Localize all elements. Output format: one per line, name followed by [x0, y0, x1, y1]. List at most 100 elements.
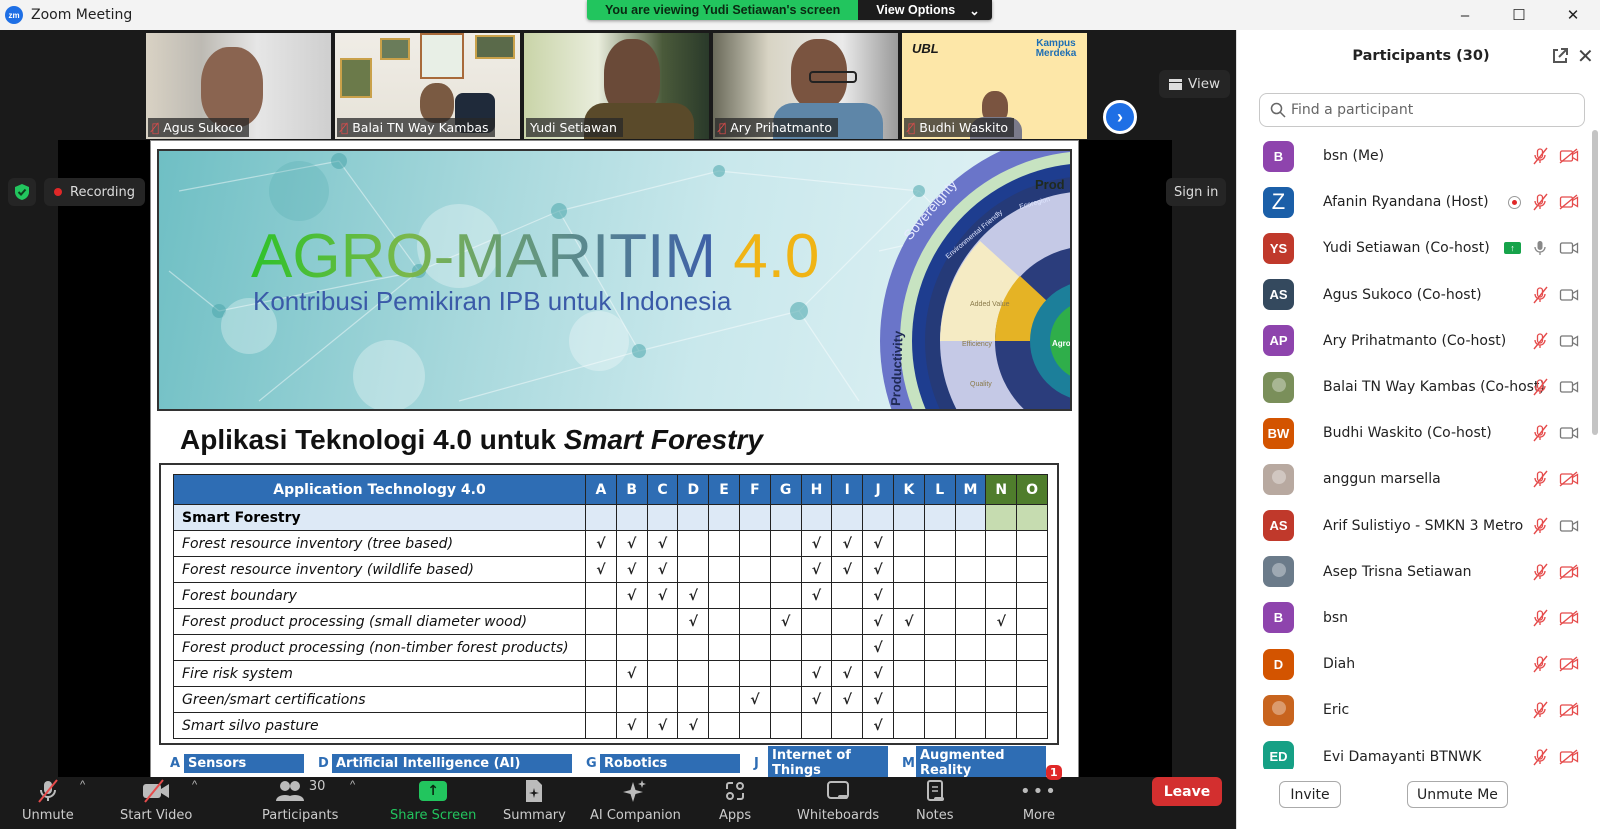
empty-cell: [738, 712, 771, 739]
share-screen-button[interactable]: ↑ Share Screen: [390, 777, 476, 829]
start-video-button[interactable]: Start Video: [120, 777, 192, 829]
empty-cell: [892, 686, 925, 713]
video-thumbnail[interactable]: 🎙̸ Balai TN Way Kambas: [335, 33, 520, 139]
participant-name-tag: 🎙̸ Ary Prihatmanto: [715, 118, 838, 137]
table-row: Fire risk system √ √ √ √: [173, 660, 1048, 687]
empty-cell: [738, 608, 771, 635]
view-button[interactable]: View: [1159, 70, 1231, 98]
participant-name: Agus Sukoco (Co-host): [1323, 286, 1482, 303]
empty-cell: [585, 712, 617, 739]
screen-share-banner: You are viewing Yudi Setiawan's screen V…: [587, 0, 992, 20]
recording-indicator[interactable]: Recording: [44, 178, 146, 206]
check-mark-cell: √: [615, 582, 648, 609]
participant-row[interactable]: Asep Trisna Setiawan: [1237, 549, 1589, 595]
more-button[interactable]: ••• 1 More: [1020, 765, 1062, 829]
summary-button[interactable]: Summary: [503, 777, 566, 829]
check-mark-cell: √: [646, 582, 679, 609]
empty-cell: [738, 634, 771, 661]
participant-row[interactable]: AS Arif Sulistiyo - SMKN 3 Metro: [1237, 503, 1589, 549]
legend-name: Sensors: [184, 753, 304, 773]
unmute-me-button[interactable]: Unmute Me: [1407, 781, 1508, 808]
table-row: Forest product processing (non-timber fo…: [173, 634, 1048, 661]
empty-cell: [677, 530, 710, 557]
view-options-button[interactable]: View Options ⌄: [858, 0, 992, 20]
table-group-cell: [862, 504, 894, 531]
video-thumbnail[interactable]: 🎙̸ Ary Prihatmanto: [713, 33, 898, 139]
participant-name: Asep Trisna Setiawan: [1323, 563, 1472, 580]
legend-name: Augmented Reality: [916, 746, 1046, 780]
apps-button[interactable]: Apps: [719, 777, 751, 829]
popout-icon[interactable]: [1550, 46, 1570, 66]
close-window-button[interactable]: ✕: [1546, 0, 1600, 30]
participant-row[interactable]: ED Evi Damayanti BTNWK: [1237, 733, 1589, 769]
participant-row[interactable]: Bbsn (Me): [1237, 133, 1589, 179]
audio-options-caret[interactable]: ^: [80, 779, 85, 791]
empty-cell: [954, 634, 987, 661]
check-mark-cell: √: [800, 556, 833, 583]
video-off-icon: [1559, 148, 1579, 164]
empty-cell: [831, 608, 864, 635]
more-notification-badge: 1: [1046, 765, 1062, 780]
ai-companion-button[interactable]: AI Companion: [590, 777, 681, 829]
legend-item: G Robotics: [586, 746, 740, 780]
participant-row[interactable]: Bbsn: [1237, 595, 1589, 641]
empty-cell: [708, 608, 740, 635]
close-panel-icon[interactable]: ✕: [1577, 44, 1594, 69]
unmute-button[interactable]: Unmute: [22, 777, 74, 829]
invite-button[interactable]: Invite: [1279, 781, 1341, 808]
check-mark-cell: √: [646, 712, 679, 739]
chevron-down-icon: ⌄: [969, 3, 980, 18]
next-page-arrow-button[interactable]: ›: [1103, 100, 1137, 134]
participant-list-scrollbar[interactable]: [1592, 130, 1598, 435]
empty-cell: [800, 634, 833, 661]
video-options-caret[interactable]: ^: [192, 779, 197, 791]
video-thumbnail[interactable]: 🎙̸ Agus Sukoco: [146, 33, 331, 139]
participant-row[interactable]: AS Agus Sukoco (Co-host): [1237, 272, 1589, 318]
wheel-label-quality: Quality: [970, 381, 992, 388]
empty-cell: [1016, 686, 1048, 713]
muted-mic-icon: 🎙̸: [152, 120, 160, 135]
video-thumbnail-active-speaker[interactable]: Yudi Setiawan: [524, 33, 709, 139]
participant-row[interactable]: D Diah: [1237, 641, 1589, 687]
participant-row[interactable]: Balai TN Way Kambas (Co-host): [1237, 364, 1589, 410]
participant-row[interactable]: BW Budhi Waskito (Co-host): [1237, 410, 1589, 456]
maximize-button[interactable]: ☐: [1492, 0, 1546, 30]
video-thumbnail[interactable]: UBL Kampus Merdeka 🎙̸ Budhi Waskito: [902, 33, 1087, 139]
notes-button[interactable]: Notes: [916, 777, 954, 829]
empty-cell: [646, 686, 679, 713]
table-column-header: B: [615, 474, 648, 505]
participant-search-field[interactable]: [1259, 93, 1585, 127]
minimize-button[interactable]: –: [1438, 0, 1492, 30]
legend-key: G: [586, 755, 597, 771]
muted-mic-icon: 🎙̸: [719, 120, 727, 135]
sign-in-button[interactable]: Sign in: [1166, 178, 1227, 206]
empty-cell: [1016, 608, 1048, 635]
leave-meeting-button[interactable]: Leave: [1152, 777, 1222, 806]
participant-name: Afanin Ryandana (Host): [1323, 194, 1489, 211]
security-shield-icon[interactable]: [8, 178, 36, 206]
empty-cell: [954, 712, 987, 739]
muted-microphone-icon: [35, 777, 61, 805]
whiteboards-button[interactable]: Whiteboards: [797, 777, 879, 829]
table-column-header: I: [831, 474, 864, 505]
empty-cell: [985, 660, 1018, 687]
empty-cell: [585, 582, 617, 609]
participants-options-caret[interactable]: ^: [350, 779, 355, 791]
recording-dot-icon: [54, 188, 62, 196]
empty-cell: [800, 608, 833, 635]
check-mark-cell: √: [831, 686, 864, 713]
participant-search-input[interactable]: [1291, 102, 1571, 118]
participant-row[interactable]: Z Afanin Ryandana (Host): [1237, 179, 1589, 225]
empty-cell: [769, 686, 802, 713]
empty-cell: [892, 660, 925, 687]
participant-row[interactable]: Eric: [1237, 687, 1589, 733]
window-title: Zoom Meeting: [31, 7, 133, 23]
participant-row[interactable]: AP Ary Prihatmanto (Co-host): [1237, 318, 1589, 364]
participant-row[interactable]: YS Yudi Setiawan (Co-host) ↑: [1237, 225, 1589, 271]
check-mark-cell: √: [677, 582, 710, 609]
banner-title: AGRO-MARITIM 4.0: [251, 222, 820, 291]
participant-row[interactable]: anggun marsella: [1237, 456, 1589, 502]
participants-button[interactable]: 30 Participants: [262, 777, 338, 829]
table-column-header: A: [585, 474, 617, 505]
check-mark-cell: √: [862, 712, 894, 739]
